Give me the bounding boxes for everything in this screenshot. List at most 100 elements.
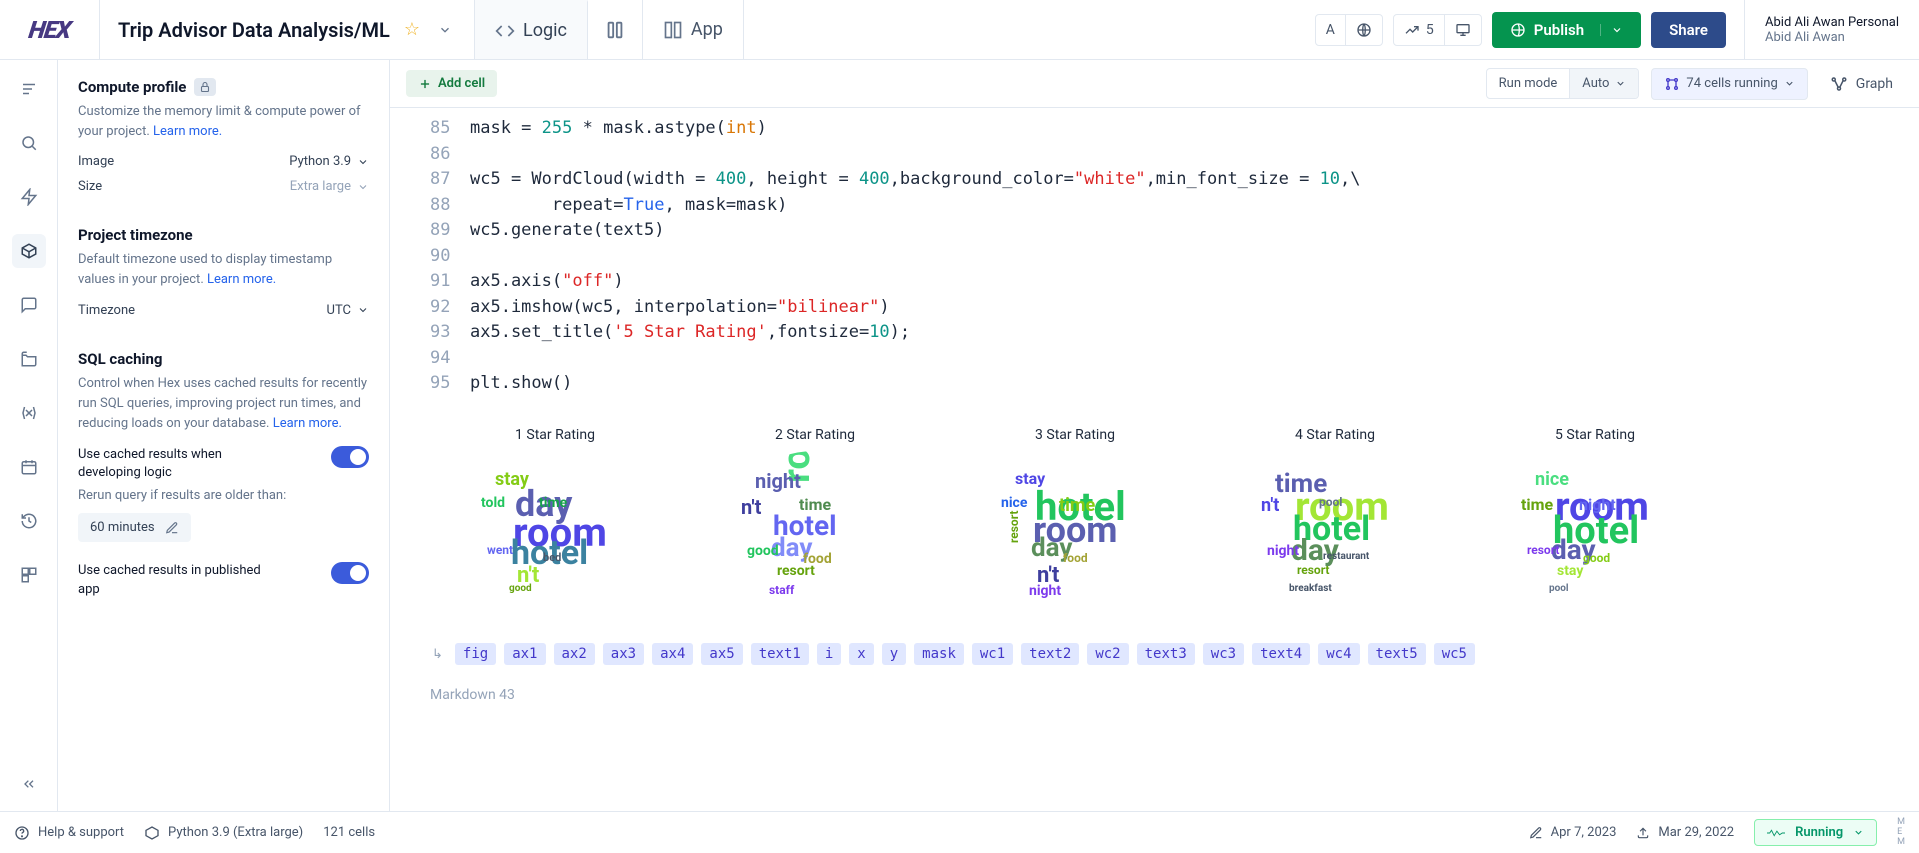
rail-collapse-icon[interactable]	[12, 767, 46, 801]
logo-box[interactable]: HEX	[0, 0, 100, 60]
timezone-select[interactable]: UTC	[327, 303, 369, 318]
share-globe-icon[interactable]	[1346, 15, 1382, 45]
variable-pill[interactable]: x	[849, 643, 873, 665]
variable-pill[interactable]: ax2	[554, 643, 595, 665]
variable-pill[interactable]: text4	[1252, 643, 1310, 665]
graph-view-button[interactable]: Graph	[1820, 69, 1903, 99]
run-mode-label: Run mode	[1487, 69, 1571, 98]
cells-running-indicator[interactable]: 74 cells running	[1651, 68, 1807, 100]
editor-toolbar: Add cell Run mode Auto 74 cells running	[390, 60, 1919, 108]
wordcloud-output: 1 Star Ratingdayroomhotelstaytoldtimen't…	[430, 417, 1899, 631]
toggle-published-cache-switch[interactable]	[331, 562, 369, 584]
viewer-avatar[interactable]: A	[1316, 15, 1346, 45]
tab-app-label: App	[691, 19, 723, 40]
toggle-dev-cache: Use cached results when developing logic	[78, 446, 369, 482]
timezone-desc: Default timezone used to display timesta…	[78, 250, 369, 290]
variable-pill[interactable]: text1	[751, 643, 809, 665]
variable-pill[interactable]: fig	[455, 643, 496, 665]
split-view-toggle[interactable]	[588, 0, 643, 59]
icon-rail	[0, 60, 58, 811]
variable-pill[interactable]: ax5	[701, 643, 742, 665]
variable-pill[interactable]: i	[817, 643, 841, 665]
rerun-note: Rerun query if results are older than:	[78, 488, 369, 503]
rail-compute-icon[interactable]	[12, 234, 46, 268]
variable-pill[interactable]: wc4	[1318, 643, 1359, 665]
rail-comment-icon[interactable]	[12, 288, 46, 322]
compute-learn-more-link[interactable]: Learn more.	[153, 124, 222, 139]
last-published[interactable]: Mar 29, 2022	[1636, 825, 1734, 840]
size-field: Size Extra large	[78, 179, 369, 194]
project-dropdown-icon[interactable]	[434, 19, 456, 41]
rail-search-icon[interactable]	[12, 126, 46, 160]
variable-pill[interactable]: text5	[1368, 643, 1426, 665]
compute-title: Compute profile	[78, 78, 186, 96]
user-name: Abid Ali Awan	[1765, 30, 1899, 45]
wordcloud-title: 5 Star Rating	[1555, 427, 1635, 443]
user-block[interactable]: Abid Ali Awan Personal Abid Ali Awan	[1744, 0, 1919, 59]
topbar-right: A 5 Publish Share	[1315, 12, 1744, 48]
topbar: HEX Trip Advisor Data Analysis/ML ☆ Logi…	[0, 0, 1919, 60]
wordcloud-panel: 5 Star Ratingroomhoteldaynicetimenightst…	[1480, 427, 1710, 611]
wordcloud-title: 4 Star Rating	[1295, 427, 1375, 443]
variable-pill[interactable]: y	[882, 643, 906, 665]
sql-caching-heading: SQL caching	[78, 350, 369, 368]
present-icon[interactable]	[1445, 15, 1481, 45]
run-mode-select[interactable]: Run mode Auto	[1486, 68, 1640, 99]
favorite-star-icon[interactable]: ☆	[404, 19, 420, 40]
timezone-learn-more-link[interactable]: Learn more.	[207, 272, 276, 287]
cell-count[interactable]: 121 cells	[323, 825, 375, 840]
kernel-status[interactable]: Python 3.9 (Extra large)	[144, 825, 303, 841]
toggle-dev-cache-switch[interactable]	[331, 446, 369, 468]
variable-pill[interactable]: text2	[1021, 643, 1079, 665]
layout-icon	[663, 20, 683, 40]
kernel-running-pill[interactable]: Running	[1754, 819, 1877, 846]
view-tabs: Logic App	[475, 0, 744, 59]
rail-variable-icon[interactable]	[12, 396, 46, 430]
variable-pill[interactable]: ax3	[603, 643, 644, 665]
share-label: Share	[1669, 21, 1708, 39]
share-button[interactable]: Share	[1651, 12, 1726, 48]
viewers-group: A	[1315, 14, 1383, 46]
memory-indicator-icon[interactable]: MEM	[1897, 818, 1905, 847]
runs-trend-icon[interactable]: 5	[1394, 15, 1445, 45]
variable-pill[interactable]: wc2	[1087, 643, 1128, 665]
image-select[interactable]: Python 3.9	[289, 154, 369, 169]
timezone-field: Timezone UTC	[78, 303, 369, 318]
rail-history-icon[interactable]	[12, 504, 46, 538]
project-title: Trip Advisor Data Analysis/ML	[118, 18, 390, 42]
variable-pill[interactable]: wc1	[972, 643, 1013, 665]
code-cell[interactable]: 85mask = 255 * mask.astype(int)8687wc5 =…	[430, 116, 1899, 397]
variable-pill[interactable]: wc3	[1203, 643, 1244, 665]
help-support-button[interactable]: Help & support	[14, 825, 124, 841]
publish-button[interactable]: Publish	[1492, 12, 1641, 48]
settings-panel: Compute profile Customize the memory lim…	[58, 60, 390, 811]
rail-power-icon[interactable]	[12, 180, 46, 214]
rail-outline-icon[interactable]	[12, 72, 46, 106]
tab-logic[interactable]: Logic	[475, 0, 588, 59]
run-mode-value[interactable]: Auto	[1570, 69, 1638, 98]
variable-pill[interactable]: wc5	[1434, 643, 1475, 665]
size-select[interactable]: Extra large	[290, 179, 369, 194]
toggle-dev-cache-label: Use cached results when developing logic	[78, 446, 278, 482]
variable-pill[interactable]: ax1	[504, 643, 545, 665]
last-edited[interactable]: Apr 7, 2023	[1529, 825, 1617, 840]
rail-files-icon[interactable]	[12, 342, 46, 376]
next-cell-stub[interactable]: Markdown 43	[430, 687, 1899, 703]
publish-dropdown-icon[interactable]	[1600, 24, 1623, 36]
editor-scroll[interactable]: 85mask = 255 * mask.astype(int)8687wc5 =…	[390, 108, 1919, 811]
rail-components-icon[interactable]	[12, 558, 46, 592]
tab-app[interactable]: App	[643, 0, 744, 59]
cache-age-select[interactable]: 60 minutes	[78, 513, 191, 542]
add-cell-button[interactable]: Add cell	[406, 70, 497, 97]
status-bar: Help & support Python 3.9 (Extra large) …	[0, 811, 1919, 853]
variable-pill[interactable]: mask	[914, 643, 964, 665]
rail-schedule-icon[interactable]	[12, 450, 46, 484]
variable-pill[interactable]: ax4	[652, 643, 693, 665]
project-title-area: Trip Advisor Data Analysis/ML ☆	[100, 0, 475, 59]
org-name: Abid Ali Awan Personal	[1765, 15, 1899, 30]
wordcloud-panel: 1 Star Ratingdayroomhotelstaytoldtimen't…	[440, 427, 670, 611]
hex-logo: HEX	[27, 16, 72, 44]
variable-pill[interactable]: text3	[1137, 643, 1195, 665]
sql-learn-more-link[interactable]: Learn more.	[273, 416, 342, 431]
compute-profile-heading: Compute profile	[78, 78, 369, 96]
